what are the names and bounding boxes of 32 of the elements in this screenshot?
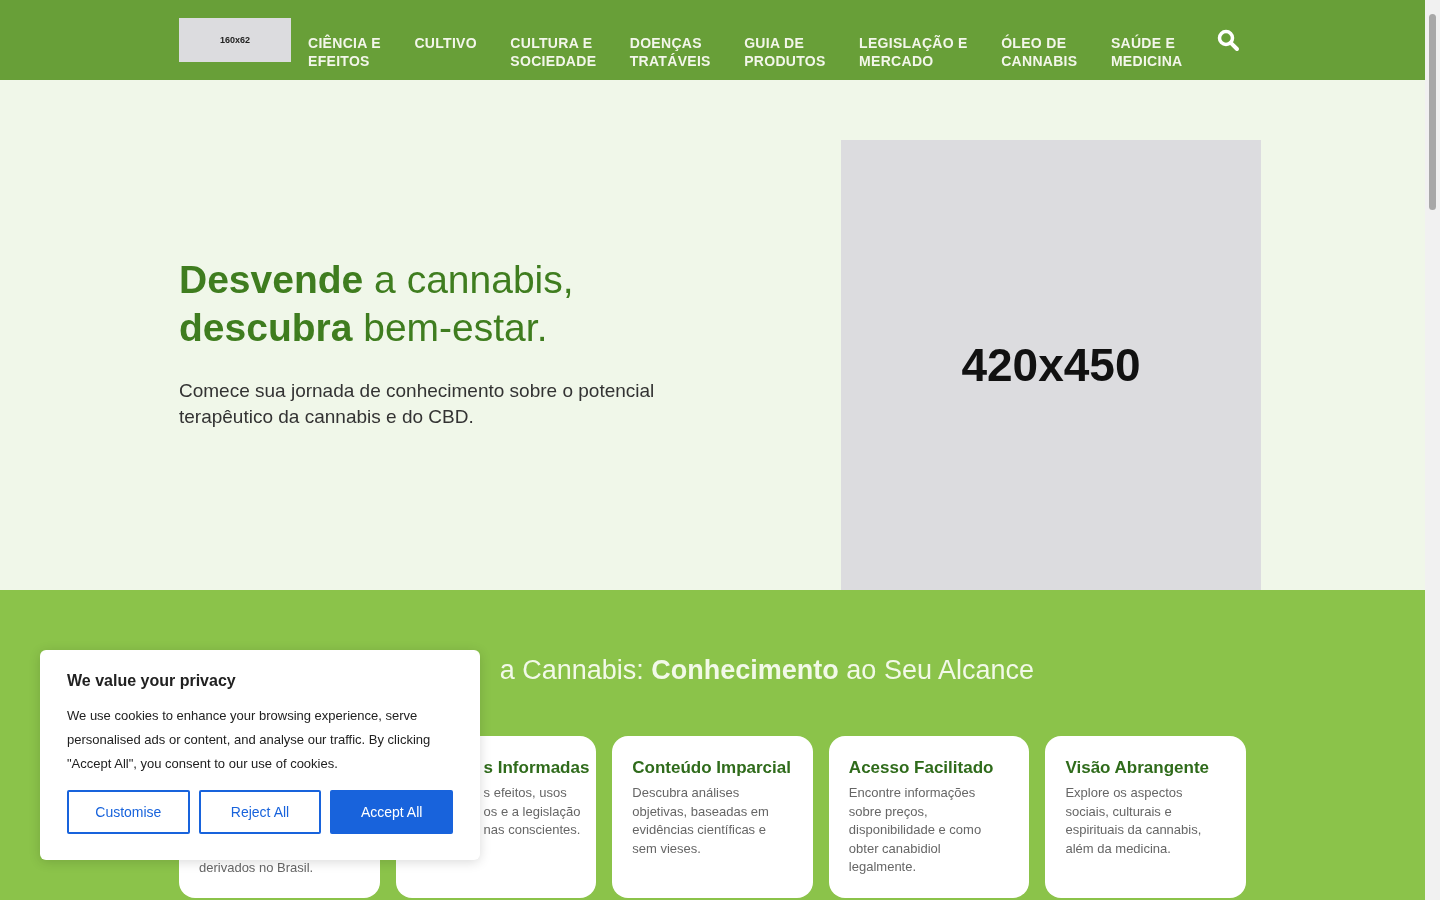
card-text: Encontre informações sobre preços, disponibilidade e como obter canabidiol legalmente. [848,784,983,876]
nav-link[interactable]: LEGISLAÇÃO E MERCADO [859,33,968,70]
card-text: s efeitos, usos [483,784,568,802]
nav-link[interactable]: CULTURA E SOCIEDADE [510,33,597,70]
card-text: Explore os aspectos sociais, culturais e espirituais da cannabis, além da medicina. [1065,784,1203,858]
cookie-text: We use cookies to enhance your browsing experience, serve personalised ads or content, and analyse our traffic. By clicking "Accept All", you consent to our use of cookies. [67,707,432,773]
card-text: derivados no Brasil. [199,858,315,877]
card-text: nas conscientes. [483,821,582,839]
scrollbar[interactable] [1425,0,1440,900]
cookie-title: We value your privacy [67,672,237,690]
nav-link[interactable]: CULTIVO [414,33,477,52]
scrollbar-thumb[interactable] [1429,14,1436,210]
cookie-button[interactable]: Reject All [198,790,322,834]
hero-text: Comece sua jornada de conhecimento sobre o potencial terapêutico da cannabis e do CBD. [179,379,656,429]
nav-link[interactable]: GUIA DE PRODUTOS [744,33,826,70]
nav-link[interactable]: CIÊNCIA E EFEITOS [308,33,381,70]
nav-link[interactable]: DOENÇAS TRATÁVEIS [629,33,711,70]
card-title: s Informadas [483,758,591,778]
card-text: Descubra análises objetivas, baseadas em evidências científicas e sem vieses. [632,784,770,858]
nav-link[interactable]: ÓLEO DE CANNABIS [1001,33,1078,70]
card-title: Acesso Facilitado [848,758,995,778]
card-text: os e a legislação [483,802,582,821]
hero-image: 420x450 [841,140,1261,590]
cookie-button[interactable]: Customise [67,790,190,834]
logo-placeholder[interactable]: 160x62 [179,18,291,62]
card-title: Visão Abrangente [1065,758,1211,778]
cookie-button[interactable]: Accept All [330,790,453,834]
nav-link[interactable]: SAÚDE E MEDICINA [1110,33,1183,70]
card-title: Conteúdo Imparcial [632,758,792,778]
section-heading: a Cannabis: Conhecimento ao Seu Alcance [499,654,1034,687]
hero-heading: Desvende a cannabis, descubra bem-estar. [179,257,575,351]
search-icon[interactable] [1215,28,1240,52]
